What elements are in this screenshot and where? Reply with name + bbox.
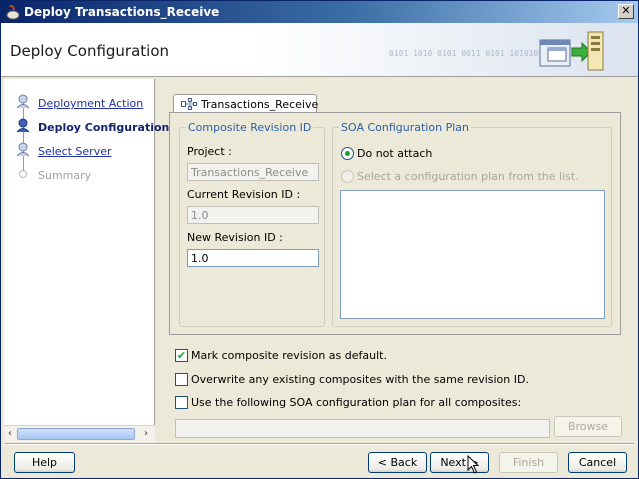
tab-label: Transactions_Receive <box>201 98 319 111</box>
composite-revision-legend: Composite Revision ID <box>186 121 314 134</box>
title-bar[interactable]: Deploy Transactions_Receive ✕ <box>1 1 638 23</box>
nav-item-deploy-configuration[interactable]: Deploy Configuration <box>38 121 169 134</box>
close-button[interactable]: ✕ <box>618 4 634 19</box>
scroll-thumb[interactable] <box>17 428 135 440</box>
cancel-button[interactable]: Cancel <box>568 452 627 473</box>
jdeveloper-icon <box>6 5 20 20</box>
window-title: Deploy Transactions_Receive <box>24 5 220 19</box>
new-revision-input[interactable]: 1.0 <box>187 249 319 267</box>
finish-button[interactable]: Finish <box>499 452 558 473</box>
wizard-navigation: Deployment Action Deploy Configuration S… <box>4 79 169 442</box>
plan-path-input[interactable] <box>175 419 550 438</box>
soa-plan-group: SOA Configuration Plan Do not attach Sel… <box>332 121 612 327</box>
composite-revision-group: Composite Revision ID Project : Transact… <box>179 121 325 327</box>
mouse-pointer-icon <box>467 455 480 474</box>
nav-item-select-server[interactable]: Select Server <box>38 145 112 158</box>
tab-transactions-receive[interactable]: Transactions_Receive <box>173 94 319 113</box>
nav-item-deployment-action[interactable]: Deployment Action <box>38 97 143 110</box>
composite-icon <box>181 98 197 110</box>
page-title: Deploy Configuration <box>10 42 170 60</box>
deploy-dialog: Deploy Transactions_Receive ✕ Deploy Con… <box>0 0 639 479</box>
config-plan-list[interactable] <box>340 190 605 319</box>
back-button[interactable]: < Back <box>368 452 427 473</box>
footer-separator <box>5 443 634 445</box>
scroll-right-icon[interactable]: › <box>144 428 148 439</box>
use-plan-checkbox[interactable] <box>175 396 188 409</box>
select-plan-radio[interactable] <box>341 170 354 183</box>
do-not-attach-radio[interactable] <box>341 147 354 160</box>
overwrite-label[interactable]: Overwrite any existing composites with t… <box>191 373 529 386</box>
tab-panel: Composite Revision ID Project : Transact… <box>169 112 621 335</box>
soa-plan-legend: SOA Configuration Plan <box>339 121 471 134</box>
current-revision-label: Current Revision ID : <box>187 188 301 201</box>
step-done-icon <box>16 94 30 109</box>
step-current-icon <box>16 118 30 133</box>
new-revision-label: New Revision ID : <box>187 231 283 244</box>
overwrite-checkbox[interactable] <box>175 373 188 386</box>
step-next-icon <box>16 142 30 157</box>
help-button[interactable]: Help <box>14 452 75 473</box>
deploy-banner-icon <box>539 31 604 71</box>
mark-default-checkbox[interactable]: ✔ <box>175 349 188 362</box>
project-label: Project : <box>187 145 232 158</box>
close-icon: ✕ <box>621 4 631 17</box>
step-pending-icon <box>19 170 27 178</box>
browse-button[interactable]: Browse <box>554 416 622 437</box>
header-banner: Deploy Configuration 0101 1010 0101 0011… <box>1 23 638 77</box>
nav-item-summary[interactable]: Summary <box>38 169 91 182</box>
select-plan-label[interactable]: Select a configuration plan from the lis… <box>357 170 579 183</box>
use-plan-label[interactable]: Use the following SOA configuration plan… <box>191 396 521 409</box>
current-revision-field[interactable]: 1.0 <box>187 206 319 224</box>
nav-horizontal-scrollbar[interactable]: ‹ › <box>4 425 155 442</box>
scroll-left-icon[interactable]: ‹ <box>8 428 12 439</box>
do-not-attach-label[interactable]: Do not attach <box>357 147 432 160</box>
project-field[interactable]: Transactions_Receive <box>187 163 319 181</box>
mark-default-label[interactable]: Mark composite revision as default. <box>191 349 387 362</box>
